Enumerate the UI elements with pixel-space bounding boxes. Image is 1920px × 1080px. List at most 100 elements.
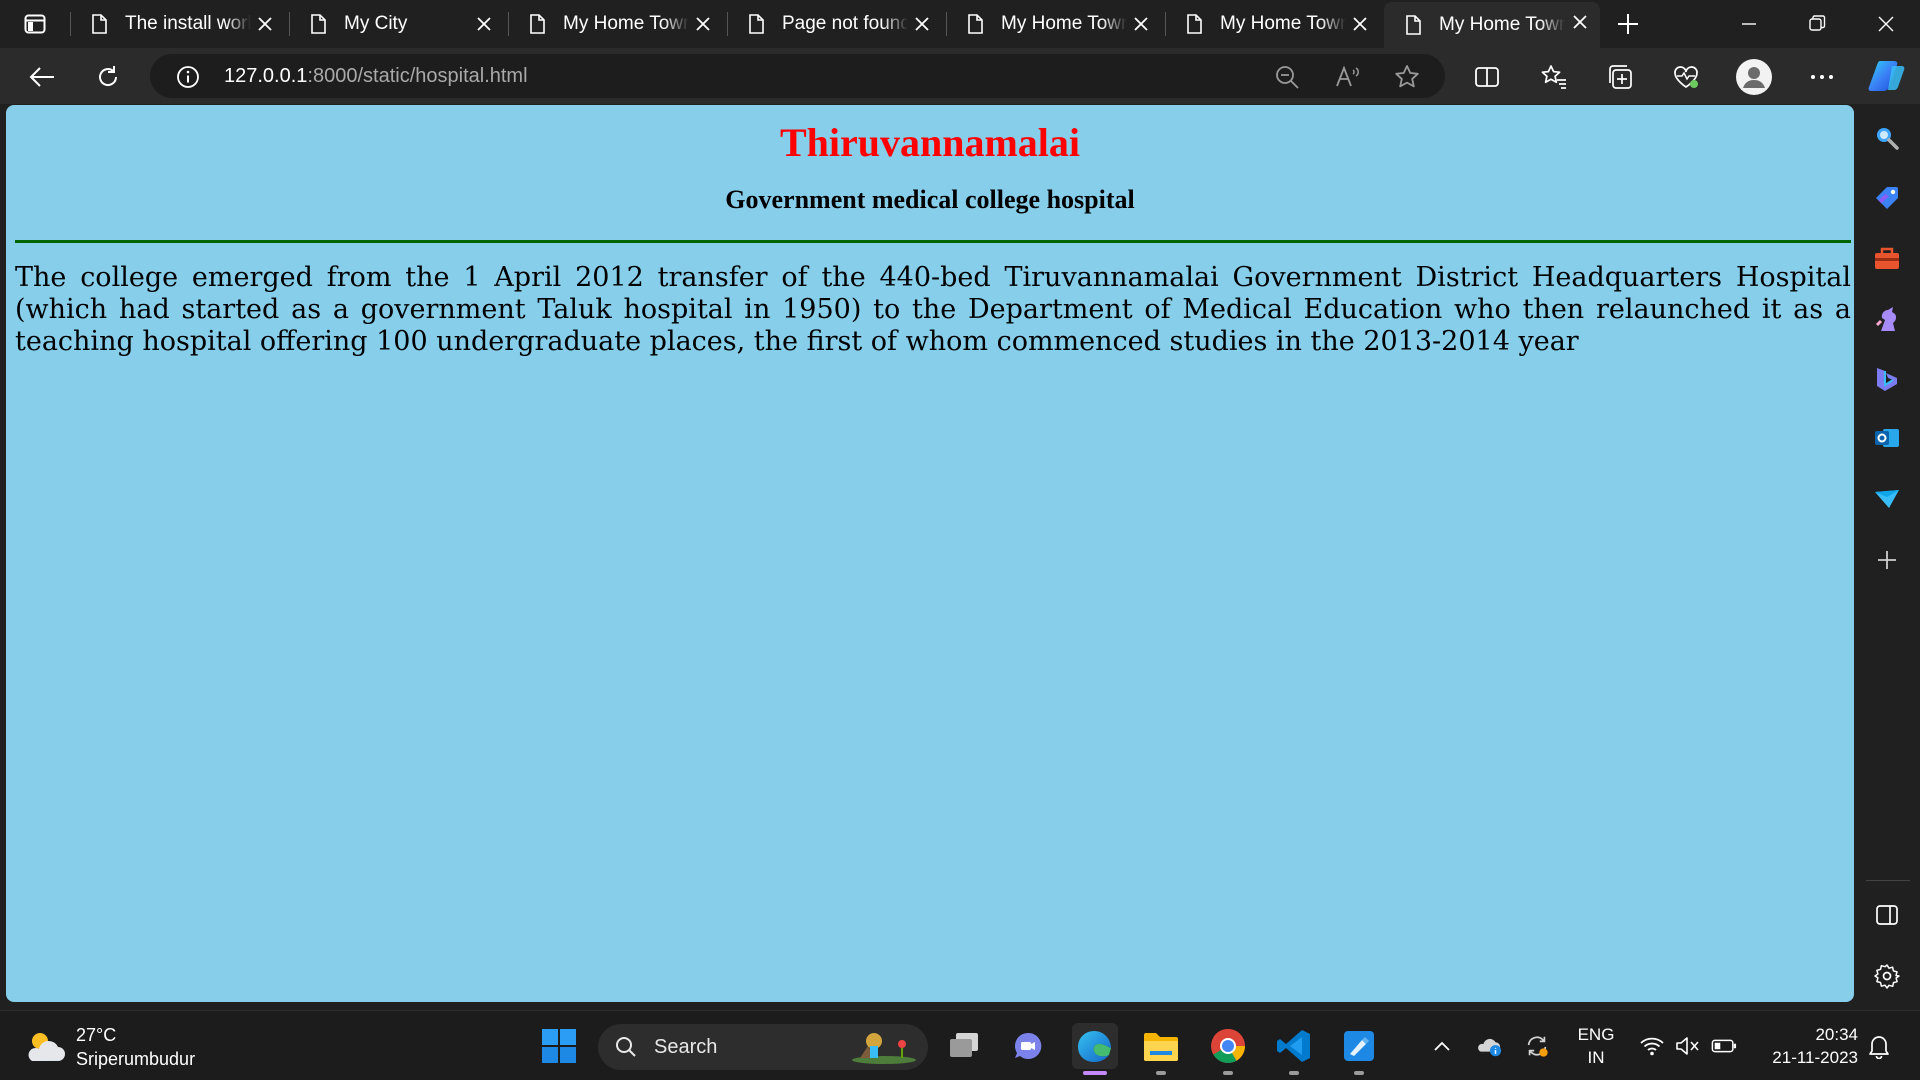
tray-sync[interactable] — [1524, 1033, 1550, 1059]
new-tab-icon[interactable] — [1613, 9, 1643, 39]
restore-icon[interactable] — [1802, 10, 1832, 38]
page-icon — [92, 14, 107, 34]
sidebar-hide-button[interactable] — [1871, 899, 1903, 931]
ellipsis-icon — [1811, 75, 1833, 79]
tab-1[interactable]: My City — [289, 4, 504, 44]
close-icon[interactable] — [255, 14, 275, 34]
close-icon[interactable] — [693, 14, 713, 34]
tab-4[interactable]: My Home Town — [946, 4, 1161, 44]
taskbar-task-view[interactable] — [941, 1023, 987, 1069]
search-highlight-icon — [852, 1033, 916, 1064]
sidebar-settings-button[interactable] — [1871, 960, 1903, 992]
info-icon[interactable] — [176, 65, 200, 89]
windows-logo-icon — [542, 1029, 576, 1063]
tab-actions-icon[interactable] — [16, 10, 54, 38]
taskbar-search[interactable]: Search — [598, 1024, 928, 1070]
sidebar-games-button[interactable] — [1871, 302, 1903, 334]
split-screen-button[interactable] — [1471, 61, 1503, 93]
chess-piece-icon — [1875, 307, 1897, 331]
search-icon — [616, 1037, 636, 1057]
tab-2[interactable]: My Home Town — [508, 4, 723, 44]
close-icon[interactable] — [1570, 12, 1590, 32]
sidebar-shopping-button[interactable] — [1871, 182, 1903, 214]
avatar-icon — [1736, 59, 1772, 95]
taskbar-teams[interactable] — [1005, 1023, 1051, 1069]
collections-icon — [1609, 65, 1632, 89]
refresh-button[interactable] — [92, 61, 124, 93]
taskbar-vscode[interactable] — [1271, 1023, 1317, 1075]
minimize-icon[interactable] — [1734, 10, 1764, 38]
url-path: :8000/static/hospital.html — [307, 65, 528, 87]
tab-0[interactable]: The install work — [70, 4, 285, 44]
page-icon — [1187, 14, 1202, 34]
collections-button[interactable] — [1604, 61, 1636, 93]
page-icon — [1406, 15, 1421, 35]
favorite-star-icon[interactable] — [1394, 64, 1420, 90]
back-arrow-icon — [29, 67, 54, 87]
more-menu-button[interactable] — [1806, 61, 1838, 93]
panel-icon — [1876, 905, 1898, 925]
weather-temperature: 27°C — [76, 1025, 117, 1045]
read-aloud-icon[interactable] — [1334, 64, 1360, 90]
back-button[interactable] — [26, 61, 58, 93]
taskbar-chrome[interactable] — [1205, 1023, 1251, 1075]
bing-chat-icon — [1877, 368, 1897, 391]
tray-notifications[interactable] — [1866, 1033, 1892, 1059]
sidebar-search-button[interactable] — [1871, 122, 1903, 154]
url-text[interactable]: 127.0.0.1:8000/static/hospital.html — [224, 65, 528, 88]
tab-title: Page not found — [782, 13, 908, 34]
tray-volume[interactable] — [1675, 1033, 1701, 1059]
tab-title: My Home Town — [1439, 14, 1565, 35]
tab-strip: The install work My City My Home Town Pa… — [0, 0, 1920, 48]
sidebar-add-button[interactable] — [1871, 544, 1903, 576]
profile-button[interactable] — [1736, 59, 1772, 95]
taskbar-azure-tool[interactable] — [1336, 1023, 1382, 1075]
window-close-icon[interactable] — [1871, 10, 1901, 38]
page-icon — [311, 14, 326, 34]
tray-onedrive[interactable] — [1476, 1033, 1502, 1059]
send-plane-icon — [1875, 490, 1899, 508]
close-icon[interactable] — [1131, 14, 1151, 34]
gear-icon — [1874, 964, 1900, 989]
language-region: IN — [1587, 1048, 1605, 1067]
tab-title: The install work — [125, 13, 251, 34]
tab-6-active[interactable]: My Home Town — [1384, 2, 1600, 48]
edge-browser-icon — [1078, 1031, 1111, 1062]
address-bar[interactable]: 127.0.0.1:8000/static/hospital.html — [150, 54, 1445, 98]
plus-icon — [1878, 551, 1896, 569]
close-icon[interactable] — [1350, 14, 1370, 34]
page-subtitle: Government medical college hospital — [725, 185, 1135, 214]
tab-3[interactable]: Page not found — [727, 4, 942, 44]
language-indicator[interactable]: ENG IN — [1572, 1023, 1620, 1069]
teams-chat-icon — [1014, 1032, 1042, 1059]
tab-5[interactable]: My Home Town — [1165, 4, 1380, 44]
sidebar-drop-button[interactable] — [1871, 482, 1903, 514]
weather-widget[interactable]: 27°C Sriperumbudur — [24, 1025, 224, 1069]
tray-wifi[interactable] — [1639, 1033, 1665, 1059]
vscode-icon — [1277, 1030, 1310, 1062]
sidebar-tools-button[interactable] — [1871, 242, 1903, 274]
windows-taskbar: 27°C Sriperumbudur Search ENG IN 20:34 2… — [0, 1010, 1920, 1080]
taskbar-file-explorer[interactable] — [1138, 1023, 1184, 1075]
tray-battery[interactable] — [1711, 1033, 1737, 1059]
sidebar-outlook-button[interactable] — [1871, 422, 1903, 454]
outlook-icon — [1875, 429, 1899, 447]
taskbar-clock[interactable]: 20:34 21-11-2023 — [1752, 1023, 1858, 1069]
close-icon[interactable] — [474, 14, 494, 34]
favorites-button[interactable] — [1538, 61, 1570, 93]
browser-toolbar: 127.0.0.1:8000/static/hospital.html — [0, 48, 1920, 104]
tray-overflow-button[interactable] — [1429, 1033, 1455, 1059]
horizontal-rule — [15, 240, 1851, 243]
copilot-icon[interactable] — [1868, 57, 1906, 95]
weather-location: Sriperumbudur — [76, 1049, 196, 1069]
zoom-out-icon[interactable] — [1274, 64, 1300, 90]
tab-title: My Home Town — [1001, 13, 1127, 34]
sync-icon — [1527, 1036, 1548, 1057]
taskbar-edge[interactable] — [1072, 1023, 1118, 1075]
sidebar-copilot-button[interactable] — [1871, 362, 1903, 394]
split-screen-icon — [1475, 67, 1499, 87]
close-icon[interactable] — [912, 14, 932, 34]
browser-essentials-button[interactable] — [1670, 61, 1702, 93]
start-button[interactable] — [536, 1023, 582, 1069]
page-paragraph: The college emerged from the 1 April 201… — [15, 262, 1851, 357]
